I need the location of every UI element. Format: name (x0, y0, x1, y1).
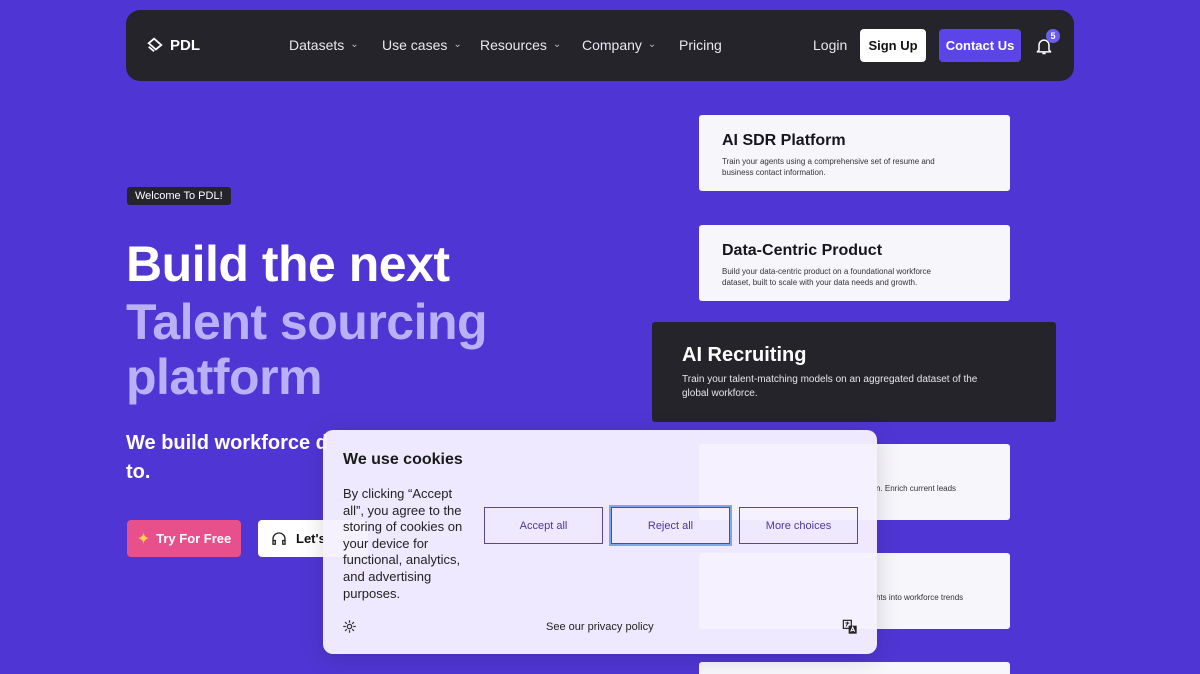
privacy-policy-link[interactable]: See our privacy policy (546, 621, 654, 633)
card-text: Train your talent-matching models on an … (682, 374, 978, 399)
try-for-free-button[interactable]: ✦ Try For Free (127, 520, 241, 557)
language-icon[interactable] (842, 619, 858, 635)
card-title: Data-Centric Product (722, 242, 883, 259)
chevron-down-icon: ⌄ (552, 38, 562, 50)
try-label: Try For Free (156, 531, 232, 546)
card-text: n. Enrich current leads (876, 484, 957, 493)
nav-company[interactable]: Company ⌄ (582, 37, 656, 53)
pdl-logo-icon (147, 37, 163, 52)
cookie-banner: We use cookies By clicking “Accept all”,… (323, 430, 877, 654)
lets-label: Let's (296, 531, 326, 546)
reject-all-button[interactable]: Reject all (609, 505, 732, 546)
chevron-down-icon: ⌄ (453, 38, 462, 50)
top-navbar: PDL Datasets ⌄ Use cases ⌄ Resources ⌄ C… (126, 10, 1074, 81)
nav-use-cases[interactable]: Use cases ⌄ (382, 37, 462, 53)
nav-use-cases-label: Use cases (382, 37, 448, 53)
nav-pricing-label: Pricing (679, 37, 722, 53)
cookie-title: We use cookies (343, 451, 463, 468)
hero-title-line2: Talent sourcing (126, 294, 488, 350)
nav-datasets-label: Datasets (289, 37, 345, 53)
logo[interactable]: PDL (146, 36, 200, 54)
settings-gear-icon[interactable] (342, 619, 357, 634)
contact-button[interactable]: Contact Us (939, 29, 1021, 62)
headset-icon (272, 531, 286, 545)
signup-button[interactable]: Sign Up (860, 29, 926, 62)
accept-all-button[interactable]: Accept all (484, 507, 603, 544)
use-case-card-6[interactable] (699, 662, 1010, 674)
use-case-card-ai-sdr[interactable]: AI SDR Platform Train your agents using … (699, 115, 1010, 191)
cookie-text: By clicking “Accept all”, you agree to t… (343, 486, 463, 601)
use-case-card-data-centric[interactable]: Data-Centric Product Build your data-cen… (699, 225, 1010, 301)
card-title: AI Recruiting (682, 344, 807, 366)
nav-resources-label: Resources (480, 37, 547, 53)
card-title: AI SDR Platform (722, 132, 846, 149)
hero-title-line3: platform (126, 349, 323, 405)
use-case-card-ai-recruiting[interactable]: AI Recruiting Train your talent-matching… (652, 322, 1056, 422)
welcome-badge: Welcome To PDL! (127, 187, 231, 205)
card-text: Build your data-centric product on a fou… (722, 267, 932, 287)
nav-datasets[interactable]: Datasets ⌄ (289, 37, 359, 53)
notification-badge: 5 (1046, 29, 1060, 43)
nav-resources[interactable]: Resources ⌄ (480, 37, 561, 53)
card-text: Train your agents using a comprehensive … (722, 157, 935, 177)
hero-title-line1: Build the next (126, 236, 450, 292)
logo-text: PDL (170, 36, 200, 54)
nav-company-label: Company (582, 37, 642, 53)
card-text: hts into workforce trends (876, 593, 964, 602)
nav-pricing[interactable]: Pricing (679, 37, 722, 53)
more-choices-button[interactable]: More choices (739, 507, 858, 544)
login-link[interactable]: Login (813, 37, 847, 53)
chevron-down-icon: ⌄ (350, 38, 359, 50)
sparkle-icon: ✦ (136, 530, 151, 548)
chevron-down-icon: ⌄ (647, 38, 657, 50)
